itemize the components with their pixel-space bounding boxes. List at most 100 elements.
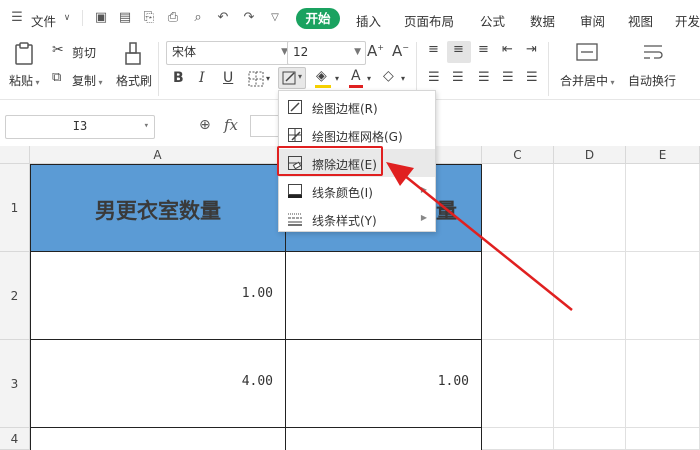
scissors-icon: ✂ (52, 42, 64, 58)
column-header-e[interactable]: E (626, 146, 700, 164)
fill-color-swatch (315, 85, 331, 88)
cell-b4[interactable] (286, 428, 482, 450)
tab-page-layout[interactable]: 页面布局 (404, 11, 454, 30)
justify-icon[interactable]: ☰ (502, 70, 514, 85)
draw-border-icon (282, 71, 296, 85)
italic-button[interactable]: I (199, 70, 205, 86)
chevron-down-icon: ▾ (143, 121, 149, 131)
fill-color-dropdown-icon[interactable]: ▾ (335, 74, 339, 83)
name-box[interactable]: I3 ▾ (5, 115, 155, 139)
draw-border-grid-icon (288, 128, 302, 142)
cell-e2[interactable] (626, 252, 700, 340)
decrease-indent-icon[interactable]: ⇤ (502, 42, 513, 57)
redo-icon[interactable]: ↷ (242, 11, 256, 25)
chevron-down-icon: ▼ (354, 47, 361, 57)
wrap-text-icon (644, 45, 663, 59)
underline-button[interactable]: U (223, 70, 233, 86)
font-size-combo[interactable]: 12 ▼ (287, 41, 366, 65)
fill-color-icon[interactable]: ◈ (316, 68, 327, 84)
cell-b3[interactable]: 1.00 (286, 340, 482, 428)
line-color-icon (288, 184, 302, 198)
save-as-icon[interactable]: ▤ (118, 11, 132, 25)
cell-a4[interactable] (30, 428, 286, 450)
tab-start[interactable]: 开始 (296, 8, 340, 29)
tab-view[interactable]: 视图 (628, 11, 653, 30)
menu-item-draw-border[interactable]: 绘图边框(R) (279, 93, 435, 121)
font-name-value: 宋体 (172, 45, 197, 59)
menu-item-label: 绘图边框网格(G) (312, 130, 403, 144)
quick-access-dropdown-icon[interactable]: ▽ (268, 11, 282, 25)
cell-a1[interactable]: 男更衣室数量 (30, 164, 286, 252)
cell-a3[interactable]: 4.00 (30, 340, 286, 428)
borders-icon[interactable] (248, 71, 264, 87)
cut-button[interactable]: 剪切 (72, 44, 96, 61)
tab-formulas[interactable]: 公式 (480, 11, 505, 30)
select-all-corner[interactable] (0, 146, 30, 164)
font-name-combo[interactable]: 宋体 ▼ (166, 41, 293, 65)
draw-border-button[interactable]: ▾ (278, 67, 306, 89)
row-header-3[interactable]: 3 (0, 340, 30, 428)
cell-a2[interactable]: 1.00 (30, 252, 286, 340)
menu-item-label: 绘图边框(R) (312, 102, 378, 116)
export-icon[interactable]: ⎘ (142, 11, 156, 25)
eraser-icon[interactable]: ◇ (383, 68, 394, 84)
borders-dropdown-icon[interactable]: ▾ (266, 74, 270, 83)
fx-icon[interactable]: fx (224, 116, 238, 134)
cell-c3[interactable] (482, 340, 554, 428)
copy-icon: ⧉ (52, 70, 62, 85)
file-menu[interactable]: 文件 (31, 11, 56, 30)
align-left-icon[interactable]: ☰ (428, 70, 440, 85)
save-icon[interactable]: ▣ (94, 11, 108, 25)
tab-developer[interactable]: 开发 (675, 11, 700, 30)
menu-item-draw-border-grid[interactable]: 绘图边框网格(G) (279, 121, 435, 149)
cell-c4[interactable] (482, 428, 554, 450)
row-header-1[interactable]: 1 (0, 164, 30, 252)
font-color-icon[interactable]: A (351, 68, 361, 84)
print-icon[interactable]: ⎙ (166, 11, 180, 25)
bold-button[interactable]: B (173, 70, 184, 86)
annotation-highlight-box (277, 146, 383, 176)
align-right-icon[interactable]: ☰ (478, 70, 490, 85)
clear-dropdown-icon[interactable]: ▾ (401, 74, 405, 83)
tab-review[interactable]: 审阅 (580, 11, 605, 30)
chevron-down-icon[interactable]: ∨ (60, 11, 74, 25)
cell-e1[interactable] (626, 164, 700, 252)
merge-center-button[interactable]: 合并居中 ▾ (560, 72, 615, 89)
wrap-text-button[interactable]: 自动换行 (628, 72, 676, 89)
font-color-dropdown-icon[interactable]: ▾ (367, 74, 371, 83)
align-center-icon[interactable]: ☰ (452, 70, 464, 85)
draw-border-icon (288, 100, 302, 114)
tab-data[interactable]: 数据 (530, 11, 555, 30)
menu-tab-bar: ☰ 文件 ∨ ▣ ▤ ⎘ ⎙ ⌕ ↶ ↷ ▽ 开始 插入 页面布局 公式 数据 … (0, 0, 700, 36)
merge-center-icon (576, 43, 598, 61)
cell-d4[interactable] (554, 428, 626, 450)
row-header-4[interactable]: 4 (0, 428, 30, 450)
print-preview-icon[interactable]: ⌕ (191, 11, 205, 25)
increase-indent-icon[interactable]: ⇥ (526, 42, 537, 57)
menu-item-label: 线条颜色(I) (312, 186, 373, 200)
paste-button[interactable]: 粘贴 ▾ (9, 72, 40, 89)
decrease-font-size-icon[interactable]: A− (392, 42, 409, 60)
font-size-value: 12 (293, 45, 309, 59)
cell-d3[interactable] (554, 340, 626, 428)
annotation-arrow (386, 162, 573, 311)
align-top-icon[interactable]: ≡ (428, 42, 439, 57)
paste-icon[interactable] (13, 42, 35, 66)
cell-e4[interactable] (626, 428, 700, 450)
align-middle-button[interactable]: ≡ (447, 41, 471, 63)
tab-insert[interactable]: 插入 (356, 11, 381, 30)
copy-button[interactable]: 复制 ▾ (72, 72, 103, 89)
format-painter-button[interactable]: 格式刷 (116, 72, 152, 89)
hamburger-menu-icon[interactable]: ☰ (10, 11, 24, 25)
increase-font-size-icon[interactable]: A+ (367, 42, 384, 60)
zoom-formula-icon[interactable]: ⊕ (199, 117, 211, 133)
format-painter-icon[interactable] (124, 42, 144, 66)
cell-a1-text: 男更衣室数量 (95, 198, 221, 223)
column-header-a[interactable]: A (30, 146, 286, 164)
cell-e3[interactable] (626, 340, 700, 428)
distributed-icon[interactable]: ☰ (526, 70, 538, 85)
align-bottom-icon[interactable]: ≡ (478, 42, 489, 57)
row-header-2[interactable]: 2 (0, 252, 30, 340)
undo-icon[interactable]: ↶ (216, 11, 230, 25)
name-box-value: I3 (72, 119, 88, 133)
